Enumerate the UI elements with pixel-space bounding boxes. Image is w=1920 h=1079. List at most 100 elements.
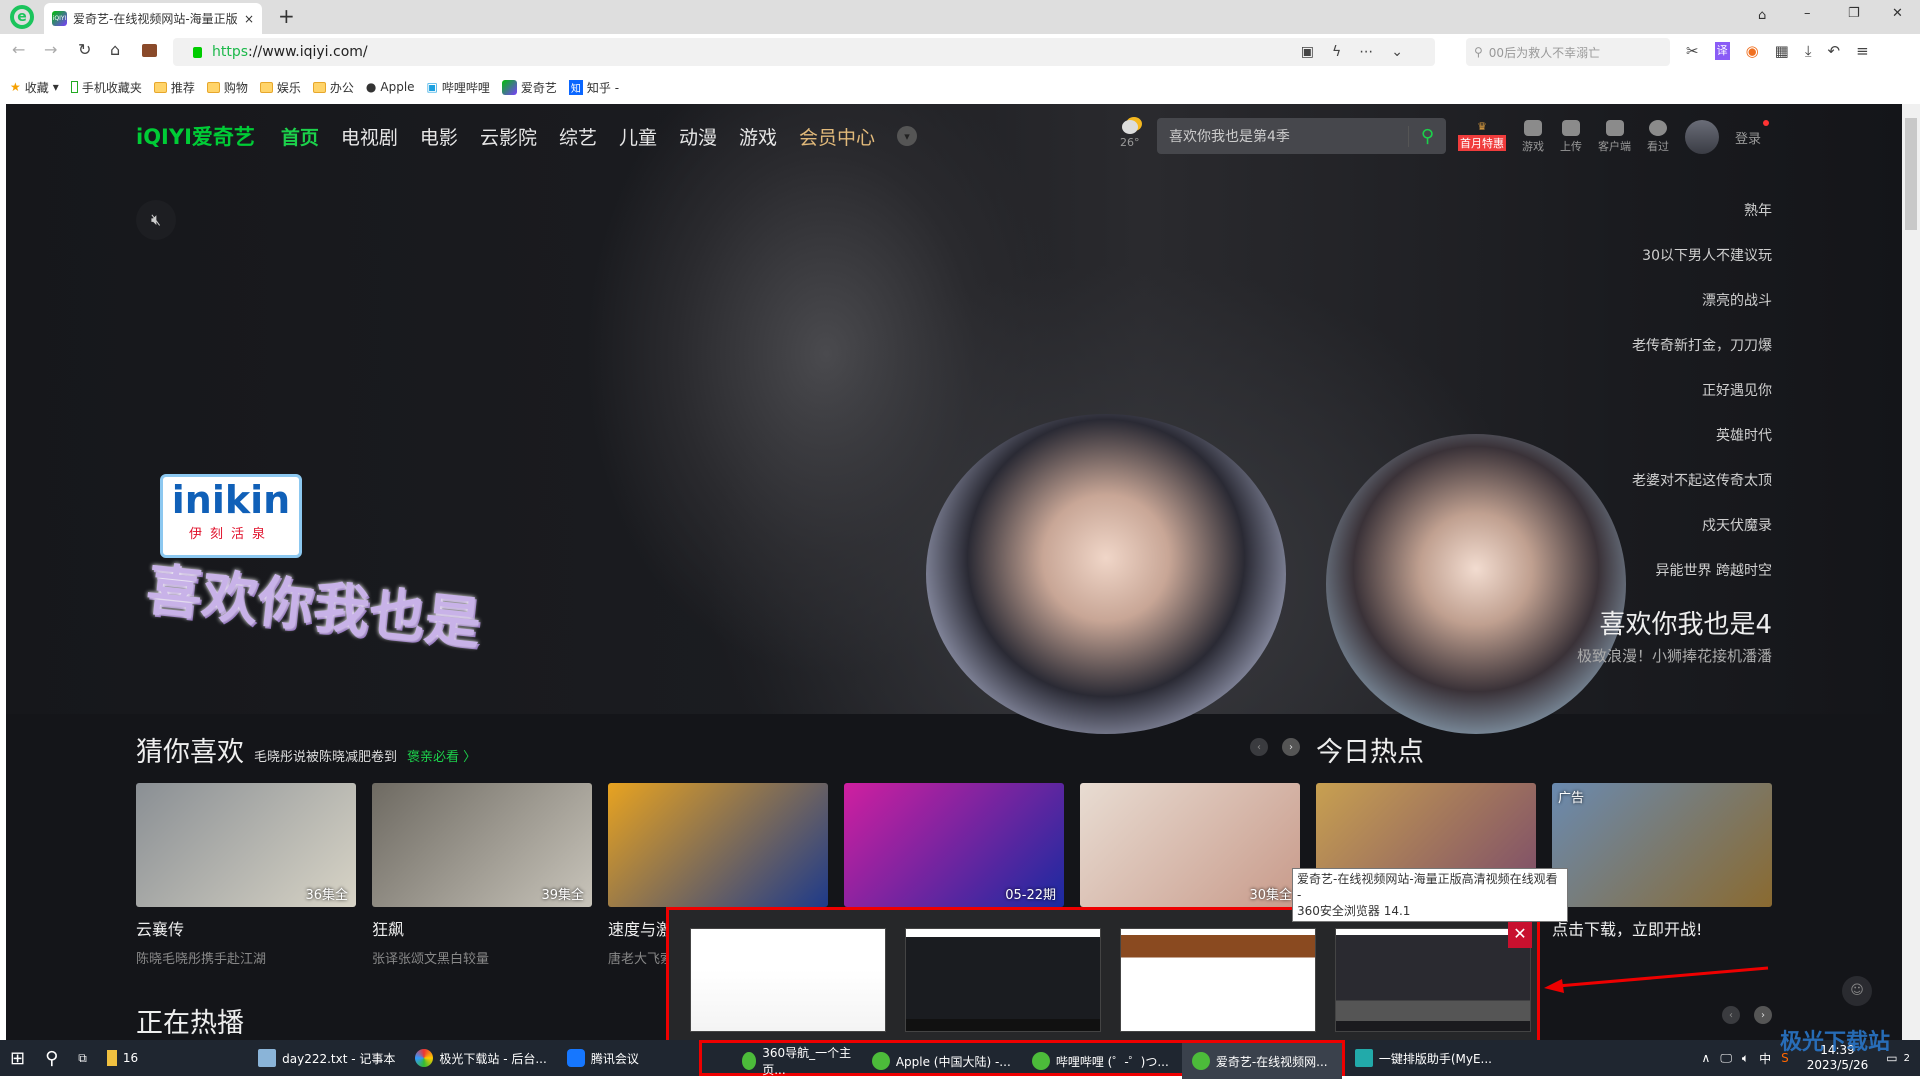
preview-apple[interactable] — [905, 928, 1101, 1032]
back-icon[interactable]: ← — [12, 40, 25, 59]
search-icon[interactable]: ⚲ — [35, 1040, 68, 1076]
taskbar-item-explorer[interactable]: 16 — [97, 1040, 148, 1076]
mute-icon[interactable]: 🔇︎ — [136, 200, 176, 240]
apps-grid-icon[interactable]: ▦ — [1775, 42, 1789, 60]
video-card[interactable]: 39集全 狂飙 张译张颂文黑白较量 — [372, 783, 592, 967]
feedback-icon[interactable]: ☺ — [1842, 976, 1872, 1006]
address-actions-icon[interactable]: ▣ϟ⋯⌄ — [1301, 44, 1421, 60]
section-hint[interactable]: 毛晓彤说被陈晓减肥卷到 — [254, 746, 397, 765]
new-tab-button[interactable]: + — [278, 4, 295, 28]
playlist-item[interactable]: 30以下男人不建议玩 — [1632, 245, 1772, 290]
card-thumbnail[interactable]: 广告 — [1552, 783, 1772, 907]
taskbar-item-tencent-meeting[interactable]: 腾讯会议 — [557, 1040, 649, 1076]
playlist-item[interactable]: 异能世界 跨越时空 — [1632, 560, 1772, 605]
preview-iqiyi[interactable] — [1335, 928, 1531, 1032]
card-thumbnail[interactable]: 39集全 — [372, 783, 592, 907]
taskbar-item-bilibili[interactable]: 哔哩哔哩 (゜-゜)つ... — [1022, 1043, 1182, 1079]
taskbar-item-notepad[interactable]: day222.txt - 记事本 — [248, 1040, 405, 1076]
preview-bilibili[interactable] — [1120, 928, 1316, 1032]
playlist-item[interactable]: 老婆对不起这传奇太顶 — [1632, 470, 1772, 515]
card-thumbnail[interactable]: 30集全 — [1080, 783, 1300, 907]
avatar[interactable] — [1685, 120, 1719, 154]
address-bar[interactable]: https://www.iqiyi.com/ ▣ϟ⋯⌄ — [173, 38, 1435, 66]
undo-icon[interactable]: ↶ — [1828, 42, 1841, 60]
taskbar-item-iqiyi[interactable]: 爱奇艺-在线视频网... — [1181, 1043, 1342, 1079]
ime-indicator[interactable]: 中 — [1759, 1050, 1771, 1067]
card-thumbnail[interactable]: 36集全 — [136, 783, 356, 907]
iqiyi-logo[interactable]: iQIYI爱奇艺 — [136, 121, 255, 151]
bookmark-bilibili[interactable]: ▣ 哔哩哔哩 — [427, 79, 490, 96]
bookmark-folder[interactable]: 推荐 — [153, 79, 195, 96]
login-link[interactable]: 登录 — [1735, 128, 1761, 154]
bookmark-folder[interactable]: 办公 — [312, 79, 354, 96]
playlist-item[interactable]: 老传奇新打金，刀刀爆 — [1632, 335, 1772, 380]
dropdown-icon[interactable]: ▾ — [53, 80, 59, 94]
briefcase-icon[interactable] — [142, 44, 157, 57]
next-arrow-icon[interactable]: › — [1754, 1006, 1772, 1024]
bookmark-favorites[interactable]: ★ 收藏 ▾ — [10, 79, 59, 96]
translate-icon[interactable]: 译 — [1714, 42, 1730, 60]
home-icon[interactable]: ⌂ — [110, 40, 120, 59]
reload-icon[interactable]: ↻ — [78, 40, 91, 59]
playlist-item[interactable]: 熟年 — [1632, 200, 1772, 245]
skin-icon[interactable]: ⌂ — [1758, 8, 1766, 23]
bookmark-folder[interactable]: 购物 — [206, 79, 248, 96]
forward-icon[interactable]: → — [44, 40, 57, 59]
nav-home[interactable]: 首页 — [281, 123, 319, 150]
bookmark-apple[interactable]: ● Apple — [366, 80, 415, 94]
tray-chevron-icon[interactable]: ∧ — [1692, 1040, 1721, 1076]
bookmark-mobile[interactable]: 手机收藏夹 — [70, 79, 142, 96]
nav-movie[interactable]: 电影 — [420, 123, 458, 150]
video-card[interactable]: 36集全 云襄传 陈晓毛晓彤携手赴江湖 — [136, 783, 356, 967]
restore-button[interactable]: ❐ — [1848, 6, 1860, 21]
taskbar-item-360-nav[interactable]: 360导航_一个主页... — [702, 1043, 862, 1079]
menu-icon[interactable]: ≡ — [1856, 42, 1869, 60]
search-icon[interactable]: ⚲ — [1407, 125, 1446, 147]
bookmark-folder[interactable]: 娱乐 — [259, 79, 301, 96]
nav-tv[interactable]: 电视剧 — [341, 123, 398, 150]
bookmark-iqiyi[interactable]: 爱奇艺 — [501, 79, 557, 96]
prev-arrow-icon[interactable]: ‹ — [1250, 738, 1268, 756]
nav-vip-center[interactable]: 会员中心 — [799, 123, 875, 150]
playlist-item[interactable]: 正好遇见你 — [1632, 380, 1772, 425]
close-preview-button[interactable]: ✕ — [1508, 920, 1532, 948]
download-icon[interactable]: ⤓ — [1805, 42, 1812, 60]
prev-arrow-icon[interactable]: ‹ — [1722, 1006, 1740, 1024]
nav-variety[interactable]: 综艺 — [559, 123, 597, 150]
nav-anime[interactable]: 动漫 — [679, 123, 717, 150]
video-card[interactable]: 广告点击下载，立即开战! — [1552, 783, 1772, 967]
taskbar-item-chrome[interactable]: 极光下载站 - 后台... — [405, 1040, 556, 1076]
close-window-button[interactable]: ✕ — [1892, 6, 1903, 21]
taskbar-item-apple[interactable]: Apple (中国大陆) -... — [862, 1043, 1022, 1079]
next-arrow-icon[interactable]: › — [1282, 738, 1300, 756]
card-thumbnail[interactable]: 05-22期 — [844, 783, 1064, 907]
history-button[interactable]: 看过 — [1647, 120, 1669, 154]
bookmark-zhihu[interactable]: 知知乎 - — [568, 79, 619, 96]
weather[interactable]: 26° — [1120, 120, 1140, 149]
client-button[interactable]: 客户端 — [1598, 120, 1631, 154]
close-tab-icon[interactable]: × — [244, 12, 254, 26]
playlist-item[interactable]: 英雄时代 — [1632, 425, 1772, 470]
nav-games[interactable]: 游戏 — [739, 123, 777, 150]
volume-icon[interactable]: 🔈︎ — [1732, 1040, 1759, 1076]
games-button[interactable]: 游戏 — [1522, 120, 1544, 154]
preview-360-nav[interactable] — [690, 928, 886, 1032]
card-title[interactable]: 点击下载，立即开战! — [1552, 916, 1772, 940]
upload-button[interactable]: 上传 — [1560, 120, 1582, 154]
playlist-item[interactable]: 漂亮的战斗 — [1632, 290, 1772, 335]
taskbar-item-myeditor[interactable]: 一键排版助手(MyE... — [1345, 1040, 1502, 1076]
nav-kids[interactable]: 儿童 — [619, 123, 657, 150]
first-month-offer[interactable]: ♛ 首月特惠 — [1458, 120, 1506, 154]
section-link[interactable]: 褒亲必看 〉 — [407, 746, 476, 765]
playlist-item[interactable]: 戍天伏魔录 — [1632, 515, 1772, 560]
task-view-icon[interactable]: ⧉ — [68, 1040, 97, 1076]
tab-iqiyi[interactable]: iQIYI 爱奇艺-在线视频网站-海量正版 × — [44, 3, 262, 34]
network-icon[interactable]: 🖵︎ — [1720, 1051, 1732, 1066]
site-search-input[interactable]: 喜欢你我也是第4季 ⚲ — [1157, 118, 1446, 154]
card-title[interactable]: 云襄传 — [136, 916, 356, 940]
game-icon[interactable]: ◉ — [1746, 42, 1759, 60]
scrollbar-thumb[interactable] — [1905, 118, 1917, 230]
chevron-down-icon[interactable]: ▾ — [897, 126, 918, 146]
nav-cloud-cinema[interactable]: 云影院 — [480, 123, 537, 150]
scissors-icon[interactable]: ✂ — [1686, 42, 1699, 60]
